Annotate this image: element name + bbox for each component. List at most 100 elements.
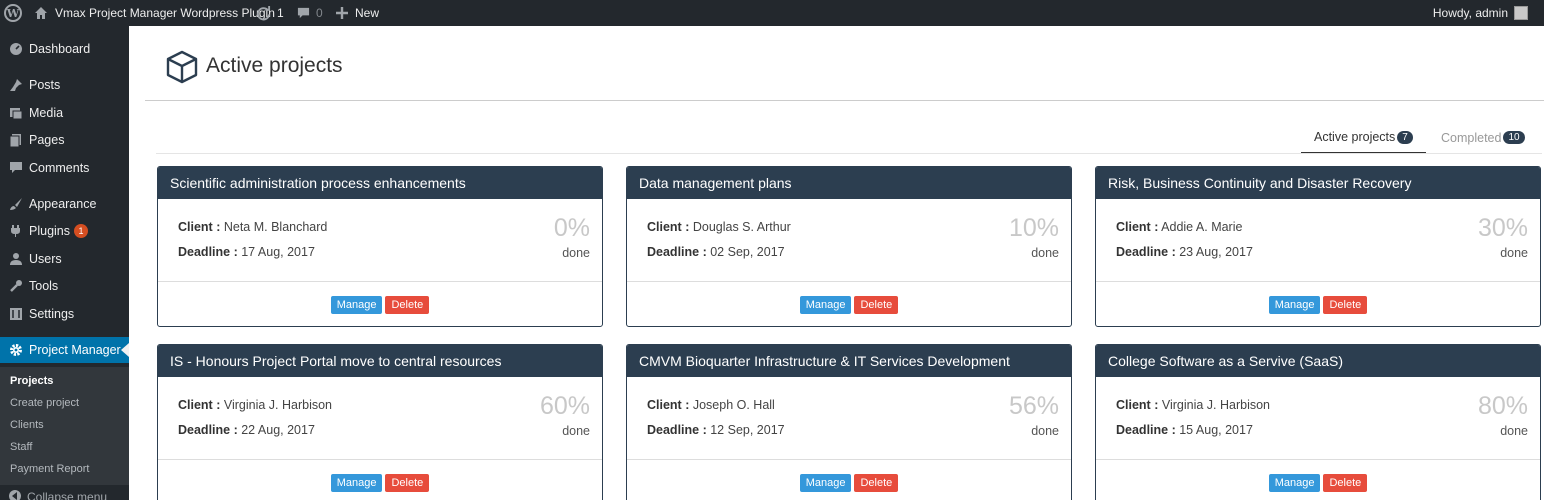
- manage-button[interactable]: Manage: [799, 295, 852, 314]
- site-name-label: Vmax Project Manager Wordpress Plugin: [55, 6, 275, 20]
- refresh-icon: [257, 5, 271, 20]
- done-label: done: [1500, 424, 1528, 438]
- tab-active-projects[interactable]: Active projects 7: [1301, 122, 1426, 154]
- project-tabs: Active projects 7 Completed 10: [1301, 122, 1542, 154]
- gear-icon: [8, 342, 24, 358]
- client-line: Client : Douglas S. Arthur: [647, 220, 791, 234]
- admin-bar: W Vmax Project Manager Wordpress Plugin …: [0, 0, 1544, 26]
- manage-button[interactable]: Manage: [799, 473, 852, 492]
- client-line: Client : Virginia J. Harbison: [178, 398, 332, 412]
- delete-button[interactable]: Delete: [854, 295, 899, 314]
- sidebar-item-media[interactable]: Media: [0, 100, 129, 126]
- manage-button[interactable]: Manage: [330, 295, 383, 314]
- deadline-date: 17 Aug, 2017: [241, 245, 315, 259]
- sidebar-item-label: Plugins: [29, 224, 70, 238]
- tab-label: Completed: [1441, 130, 1502, 145]
- deadline-date: 12 Sep, 2017: [710, 423, 785, 437]
- updates-link[interactable]: 1: [256, 0, 284, 26]
- done-label: done: [1031, 246, 1059, 260]
- sidebar-item-label: Dashboard: [29, 42, 91, 56]
- client-line: Client : Joseph O. Hall: [647, 398, 775, 412]
- project-card: CMVM Bioquarter Infrastructure & IT Serv…: [626, 344, 1072, 500]
- box-icon: [166, 50, 198, 84]
- wordpress-logo-icon[interactable]: W: [4, 0, 24, 26]
- deadline-date: 02 Sep, 2017: [710, 245, 785, 259]
- client-label: Client :: [647, 220, 690, 234]
- delete-button[interactable]: Delete: [854, 473, 899, 492]
- pin-icon: [8, 77, 24, 93]
- sidebar-item-appearance[interactable]: Appearance: [0, 191, 129, 217]
- project-actions: Manage Delete: [158, 282, 602, 326]
- sidebar-item-project-manager[interactable]: Project Manager: [0, 337, 129, 363]
- progress-percent: 10%: [1008, 214, 1059, 242]
- project-title: Scientific administration process enhanc…: [158, 167, 602, 199]
- deadline-line: Deadline : 23 Aug, 2017: [1116, 245, 1253, 259]
- collapse-menu-button[interactable]: Collapse menu: [0, 489, 129, 500]
- project-card: College Software as a Servive (SaaS) Clie…: [1095, 344, 1541, 500]
- submenu-payment-report[interactable]: Payment Report: [10, 463, 89, 475]
- submenu-staff[interactable]: Staff: [10, 441, 32, 453]
- submenu-create-project[interactable]: Create project: [10, 397, 79, 409]
- done-label: done: [1031, 424, 1059, 438]
- sidebar-item-plugins[interactable]: Plugins 1: [0, 218, 129, 244]
- client-line: Client : Neta M. Blanchard: [178, 220, 327, 234]
- project-card: Data management plans Client : Douglas S.…: [626, 166, 1072, 327]
- sidebar-item-posts[interactable]: Posts: [0, 72, 129, 98]
- sidebar-item-label: Appearance: [29, 197, 97, 211]
- submenu-clients[interactable]: Clients: [10, 419, 44, 431]
- site-name-link[interactable]: Vmax Project Manager Wordpress Plugin: [34, 0, 275, 26]
- client-label: Client :: [1116, 220, 1159, 234]
- new-content-link[interactable]: New: [336, 0, 379, 26]
- submenu-projects[interactable]: Projects: [10, 375, 53, 387]
- tab-completed[interactable]: Completed 10: [1441, 122, 1525, 153]
- deadline-date: 22 Aug, 2017: [241, 423, 315, 437]
- sidebar-item-dashboard[interactable]: Dashboard: [0, 36, 129, 62]
- tabs-divider: [156, 153, 1542, 154]
- delete-button[interactable]: Delete: [1323, 473, 1368, 492]
- sidebar-item-pages[interactable]: Pages: [0, 127, 129, 153]
- sidebar-item-label: Users: [29, 252, 62, 266]
- tab-label: Active projects: [1314, 130, 1396, 144]
- project-card: Risk, Business Continuity and Disaster R…: [1095, 166, 1541, 327]
- sidebar-item-label: Comments: [29, 161, 90, 175]
- project-card: Scientific administration process enhanc…: [157, 166, 603, 327]
- delete-button[interactable]: Delete: [1323, 295, 1368, 314]
- sidebar-item-settings[interactable]: Settings: [0, 301, 129, 327]
- manage-button[interactable]: Manage: [1268, 295, 1321, 314]
- client-name: Virginia J. Harbison: [1161, 398, 1270, 412]
- manage-button[interactable]: Manage: [1268, 473, 1321, 492]
- tab-count-badge: 10: [1503, 131, 1525, 144]
- client-label: Client :: [178, 398, 221, 412]
- project-info: Client : Neta M. Blanchard Deadline : 17 …: [158, 199, 602, 282]
- project-info: Client : Addie A. Marie Deadline : 23 Aug…: [1096, 199, 1540, 282]
- client-label: Client :: [647, 398, 690, 412]
- delete-button[interactable]: Delete: [385, 295, 430, 314]
- user-icon: [8, 251, 24, 267]
- project-title: CMVM Bioquarter Infrastructure & IT Serv…: [627, 345, 1071, 377]
- avatar: [1514, 6, 1528, 20]
- sidebar-item-users[interactable]: Users: [0, 246, 129, 272]
- manage-button[interactable]: Manage: [330, 473, 383, 492]
- sidebar-item-label: Pages: [29, 133, 65, 147]
- client-line: Client : Virginia J. Harbison: [1116, 398, 1270, 412]
- client-name: Neta M. Blanchard: [223, 220, 328, 234]
- sidebar-item-label: Media: [29, 106, 64, 120]
- comments-link[interactable]: 0: [297, 0, 323, 26]
- client-name: Joseph O. Hall: [692, 398, 775, 412]
- deadline-label: Deadline :: [1116, 423, 1176, 437]
- sidebar-item-label: Settings: [29, 307, 75, 321]
- project-info: Client : Douglas S. Arthur Deadline : 02 …: [627, 199, 1071, 282]
- account-menu[interactable]: Howdy, admin: [1433, 0, 1528, 26]
- sidebar-item-tools[interactable]: Tools: [0, 273, 129, 299]
- project-info: Client : Joseph O. Hall Deadline : 12 Sep…: [627, 377, 1071, 460]
- page-header: Active projects: [145, 26, 1544, 101]
- project-actions: Manage Delete: [1096, 460, 1540, 500]
- sidebar-item-label: Tools: [29, 279, 59, 293]
- client-label: Client :: [178, 220, 221, 234]
- page-title: Active projects: [206, 54, 343, 77]
- sidebar-item-comments[interactable]: Comments: [0, 155, 129, 181]
- admin-sidebar: Dashboard Posts Media Pages Comments App…: [0, 26, 129, 500]
- collapse-label: Collapse menu: [27, 490, 108, 500]
- project-title: IS - Honours Project Portal move to cent…: [158, 345, 602, 377]
- delete-button[interactable]: Delete: [385, 473, 430, 492]
